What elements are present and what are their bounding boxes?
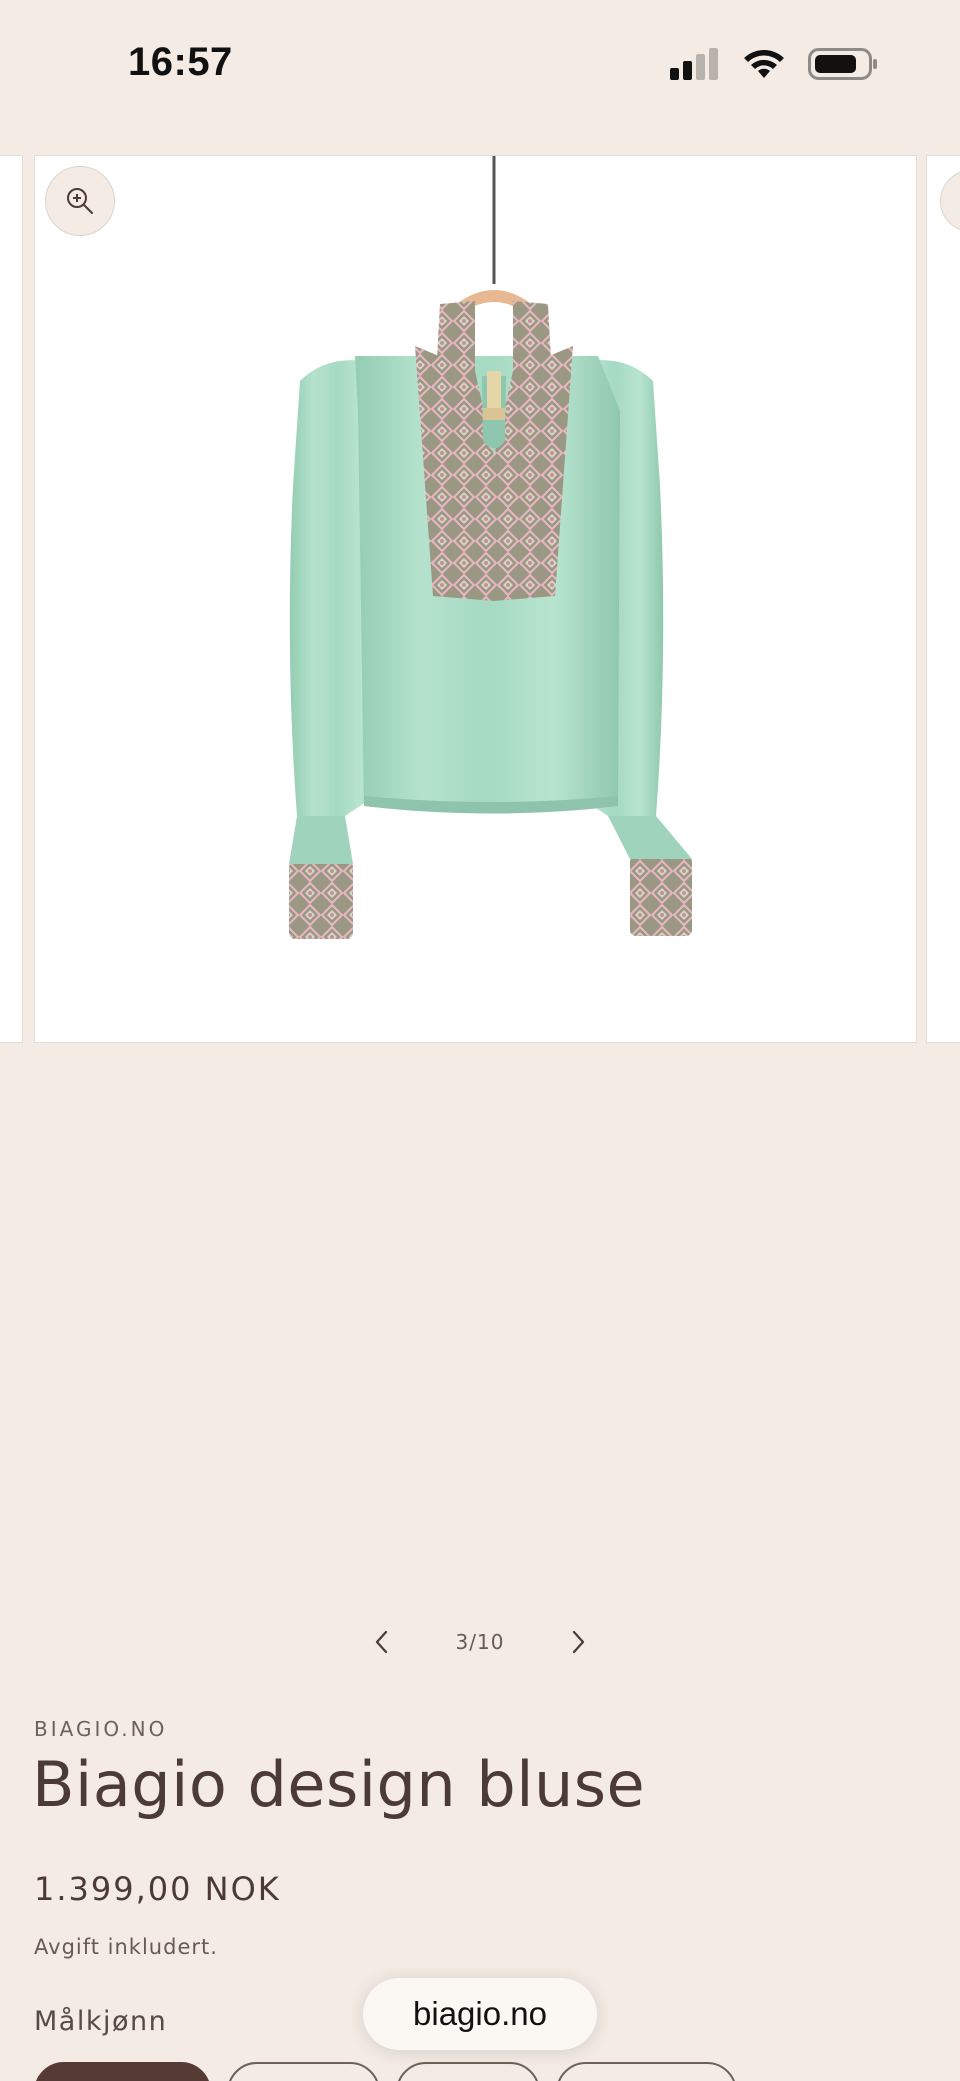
previous-slide-button[interactable] — [360, 1622, 404, 1662]
size-option-3[interactable] — [396, 2062, 540, 2081]
product-gallery[interactable] — [0, 155, 960, 1045]
product-vendor: BIAGIO.NO — [34, 1717, 168, 1741]
chevron-left-icon — [375, 1630, 388, 1654]
tax-note: Avgift inkludert. — [34, 1935, 218, 1959]
zoom-in-icon — [67, 188, 93, 214]
product-title: Biagio design bluse — [32, 1748, 646, 1821]
battery-icon — [808, 48, 877, 80]
size-option-2[interactable] — [227, 2062, 380, 2081]
product-image-blouse[interactable] — [35, 156, 918, 1044]
gallery-slide-previous[interactable] — [0, 155, 23, 1043]
status-time: 16:57 — [128, 40, 233, 84]
zoom-button[interactable] — [45, 166, 115, 236]
gallery-slide-next[interactable] — [926, 155, 960, 1043]
browser-url-bar[interactable]: biagio.no — [363, 1978, 597, 2050]
slide-counter: 3/10 — [455, 1630, 505, 1654]
size-option-4[interactable] — [556, 2062, 737, 2081]
cellular-signal-icon — [670, 48, 718, 80]
product-page: 16:57 3/10 BIAGIO.NO Biagio design bluse… — [0, 0, 960, 2081]
status-bar: 16:57 — [0, 0, 960, 130]
wifi-icon — [744, 50, 784, 78]
gallery-slide-current[interactable] — [34, 155, 917, 1043]
size-option-1[interactable] — [34, 2062, 211, 2081]
next-slide-zoom-button[interactable] — [940, 170, 960, 232]
size-option-label: Målkjønn — [34, 2006, 168, 2037]
next-slide-button[interactable] — [556, 1622, 600, 1662]
product-price: 1.399,00 NOK — [34, 1870, 281, 1908]
status-icons — [670, 44, 878, 84]
chevron-right-icon — [572, 1630, 585, 1654]
gallery-controls: 3/10 — [360, 1622, 600, 1662]
